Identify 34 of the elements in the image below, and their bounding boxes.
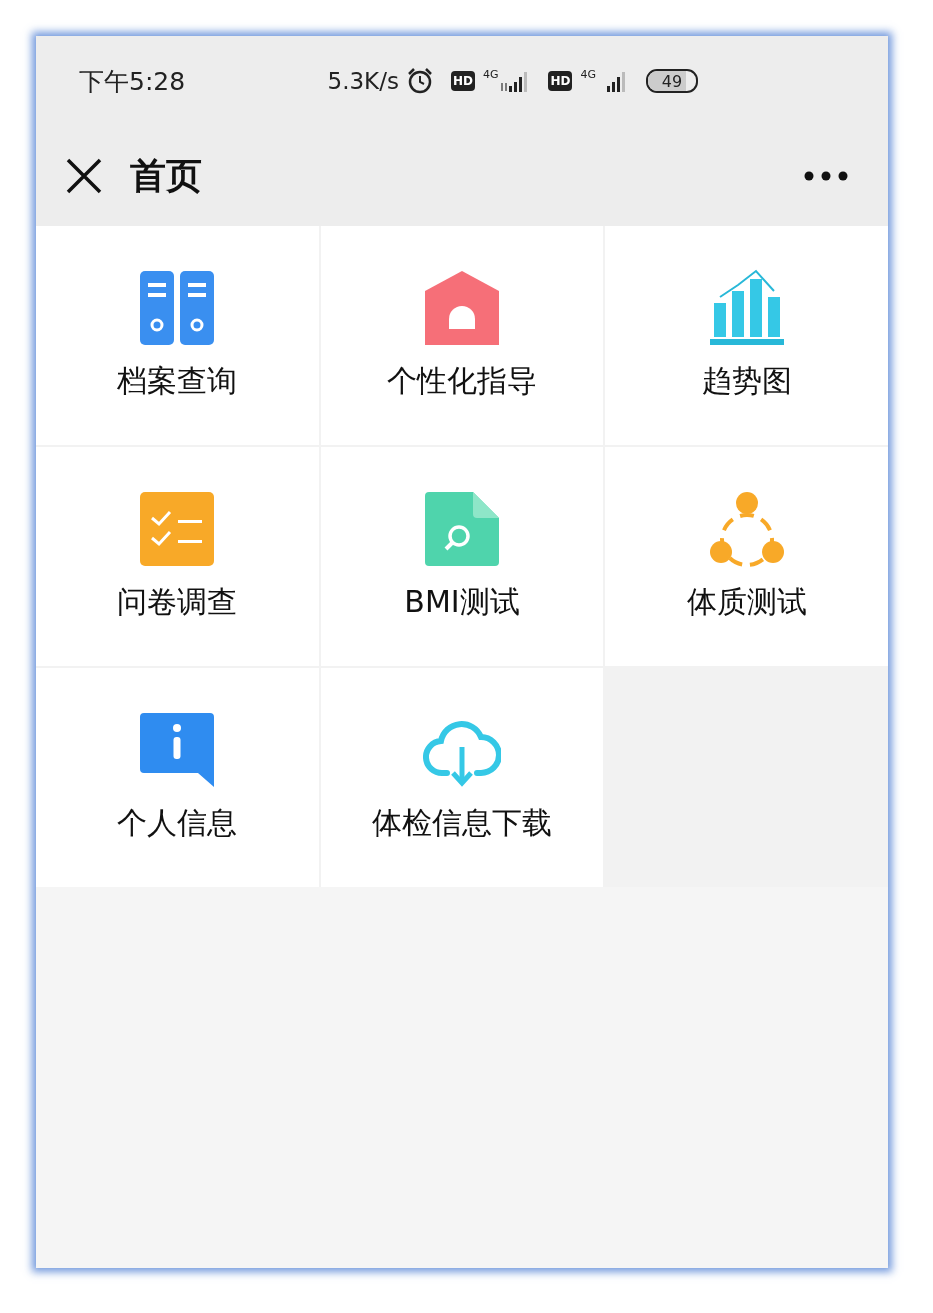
document-search-icon xyxy=(423,490,501,568)
battery-indicator: 49 xyxy=(646,69,698,93)
binders-icon xyxy=(138,269,217,347)
network-type: 4G xyxy=(482,68,499,81)
hd-badge: HD xyxy=(548,71,573,91)
menu-tile[interactable]: 体质测试 xyxy=(605,447,888,666)
menu-tile[interactable]: BMI测试 xyxy=(320,447,604,666)
menu-tile[interactable]: 问卷调查 xyxy=(36,447,319,666)
menu-tile[interactable]: 个性化指导 xyxy=(320,226,604,445)
alarm-clock-icon xyxy=(406,68,433,94)
tile-label: 体质测试 xyxy=(686,583,807,621)
tile-label: BMI测试 xyxy=(404,583,520,621)
bar-chart-icon xyxy=(707,269,786,347)
network-speed: 5.3K/s xyxy=(327,68,399,94)
close-icon[interactable] xyxy=(66,158,102,194)
page-title: 首页 xyxy=(130,153,203,198)
menu-tile[interactable]: 体检信息下载 xyxy=(320,668,604,887)
tile-label: 个性化指导 xyxy=(387,362,537,400)
more-icon[interactable] xyxy=(804,171,848,181)
menu-tile[interactable]: 个人信息 xyxy=(36,668,319,887)
network-type: 4G xyxy=(580,68,596,81)
checklist-icon xyxy=(138,490,217,568)
three-circles-icon xyxy=(707,490,786,568)
status-time: 下午5:28 xyxy=(79,65,187,98)
house-icon xyxy=(423,269,501,347)
tile-label: 问卷调查 xyxy=(117,583,238,621)
tile-label: 个人信息 xyxy=(117,804,238,842)
tile-label: 档案查询 xyxy=(117,362,238,400)
menu-tile[interactable]: 档案查询 xyxy=(36,226,319,445)
info-icon xyxy=(138,711,217,789)
menu-tile[interactable]: 趋势图 xyxy=(605,226,888,445)
tile-label: 趋势图 xyxy=(701,362,792,400)
hd-badge: HD xyxy=(450,71,475,91)
tile-label: 体检信息下载 xyxy=(372,804,552,842)
